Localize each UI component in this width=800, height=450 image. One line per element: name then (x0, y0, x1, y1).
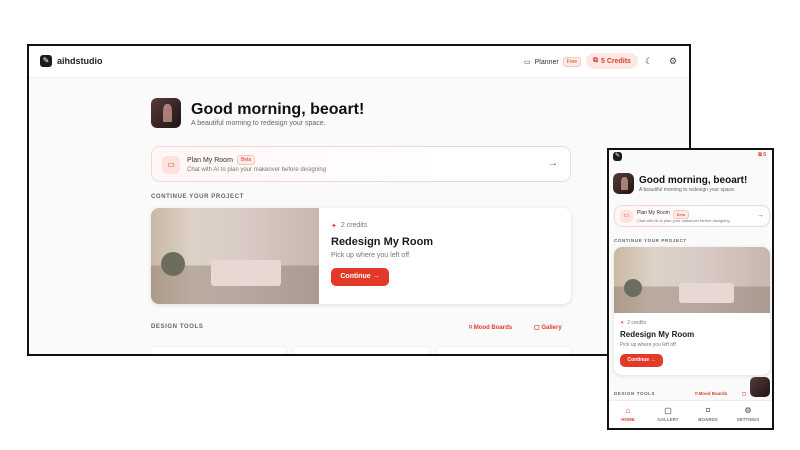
gallery-label: Gallery (541, 325, 562, 331)
planner-button[interactable]: ▭ Planner Free (524, 57, 582, 67)
credits-label: 5 Credits (601, 57, 631, 65)
arrow-right-icon: → (757, 212, 764, 219)
mood-boards-label: Mood Boards (473, 325, 513, 331)
brand-name[interactable]: aihdstudio (57, 56, 103, 66)
project-title: Redesign My Room (620, 330, 695, 339)
nav-boards[interactable]: ⌑ BOARDS (693, 406, 723, 422)
project-subtitle: Pick up where you left off (331, 252, 410, 259)
credits-icon: ⧉ (593, 57, 598, 64)
mobile-window: ✎ ⧉ 5 Good morning, beoart! A beautiful … (607, 148, 774, 430)
nav-boards-label: BOARDS (698, 417, 718, 422)
greeting-subtitle: A beautiful morning to redesign your spa… (191, 120, 326, 127)
app-logo-icon[interactable]: ✎ (40, 55, 52, 67)
chat-icon: ▭ (524, 59, 531, 66)
plan-description: Chat with AI to plan your makeover befor… (637, 218, 730, 223)
chat-icon: ▭ (162, 156, 180, 174)
project-subtitle: Pick up where you left off (620, 342, 676, 348)
beta-badge: Beta (236, 155, 256, 165)
tool-card[interactable] (294, 347, 429, 354)
arrow-right-icon: → (548, 158, 558, 169)
project-card[interactable]: ✦ 2 credits Redesign My Room Pick up whe… (614, 247, 770, 375)
greeting-subtitle: A beautiful morning to redesign your spa… (639, 187, 736, 193)
continue-heading: CONTINUE YOUR PROJECT (614, 238, 687, 243)
nav-home-label: HOME (621, 417, 635, 422)
continue-button[interactable]: Continue → (331, 268, 389, 286)
credits-button[interactable]: ⧉ 5 Credits (586, 53, 638, 69)
gallery-icon[interactable]: ▢ (742, 391, 746, 397)
free-badge: Free (562, 57, 582, 67)
room-image (151, 208, 319, 304)
plant-shape (624, 279, 642, 297)
gallery-icon: ▢ (664, 406, 672, 415)
chat-icon: ▭ (620, 210, 633, 223)
continue-heading: CONTINUE YOUR PROJECT (151, 194, 244, 200)
design-tools-heading: DESIGN TOOLS (151, 324, 204, 330)
gear-icon: ⚙ (744, 406, 752, 415)
magic-wand-icon: ✦ (331, 223, 337, 230)
room-image (614, 247, 770, 313)
project-card[interactable]: ✦ 2 credits Redesign My Room Pick up whe… (151, 208, 571, 304)
mood-boards-link[interactable]: ⌑ Mood Boards (469, 324, 512, 331)
greeting-title: Good morning, beoart! (639, 175, 748, 186)
project-title: Redesign My Room (331, 236, 434, 248)
gallery-link[interactable]: ▢ Gallery (534, 324, 562, 331)
avatar-fab[interactable] (750, 377, 770, 397)
nav-gallery-label: GALLERY (657, 417, 679, 422)
nav-settings-label: SETTINGS (736, 417, 760, 422)
project-credits: 2 credits (627, 320, 647, 326)
nav-home[interactable]: ⌂ HOME (613, 406, 643, 422)
plan-description: Chat with AI to plan your makeover befor… (187, 167, 327, 173)
continue-button[interactable]: Continue → (620, 354, 663, 367)
credits-button[interactable]: ⧉ 5 (758, 152, 766, 158)
app-logo-icon[interactable]: ✎ (613, 152, 622, 161)
desktop-window: ✎ aihdstudio ▭ Planner Free ⧉ 5 Credits … (27, 44, 691, 356)
avatar (151, 98, 181, 128)
design-tools-heading: DESIGN TOOLS (614, 391, 656, 396)
plan-my-room-card[interactable]: ▭ Plan My Room Beta Chat with AI to plan… (614, 205, 770, 227)
tool-card[interactable] (437, 347, 571, 354)
bed-shape (679, 283, 734, 303)
mood-boards-label: Mood Boards (698, 391, 728, 396)
bed-shape (211, 260, 281, 286)
tool-card[interactable] (151, 347, 286, 354)
gear-icon[interactable]: ⚙ (669, 56, 677, 67)
project-credits: 2 credits (340, 222, 368, 229)
plant-shape (161, 252, 185, 276)
top-bar: ✎ aihdstudio ▭ Planner Free ⧉ 5 Credits … (29, 46, 689, 78)
mood-boards-link[interactable]: ⌑ Mood Boards (695, 391, 727, 397)
plan-my-room-card[interactable]: ▭ Plan My Room Beta Chat with AI to plan… (151, 146, 571, 182)
moon-icon[interactable]: ☾ (645, 56, 653, 67)
home-icon: ⌂ (625, 406, 631, 415)
credits-count: 5 (763, 152, 766, 158)
bookmark-icon: ⌑ (705, 406, 711, 415)
greeting-title: Good morning, beoart! (191, 101, 365, 118)
nav-gallery[interactable]: ▢ GALLERY (653, 406, 683, 422)
avatar (613, 173, 634, 194)
magic-wand-icon: ✦ (620, 320, 625, 326)
nav-settings[interactable]: ⚙ SETTINGS (733, 406, 763, 422)
plan-title: Plan My Room (187, 156, 233, 164)
bottom-nav: ⌂ HOME ▢ GALLERY ⌑ BOARDS ⚙ SETTINGS (609, 400, 772, 428)
planner-label: Planner (534, 58, 559, 66)
